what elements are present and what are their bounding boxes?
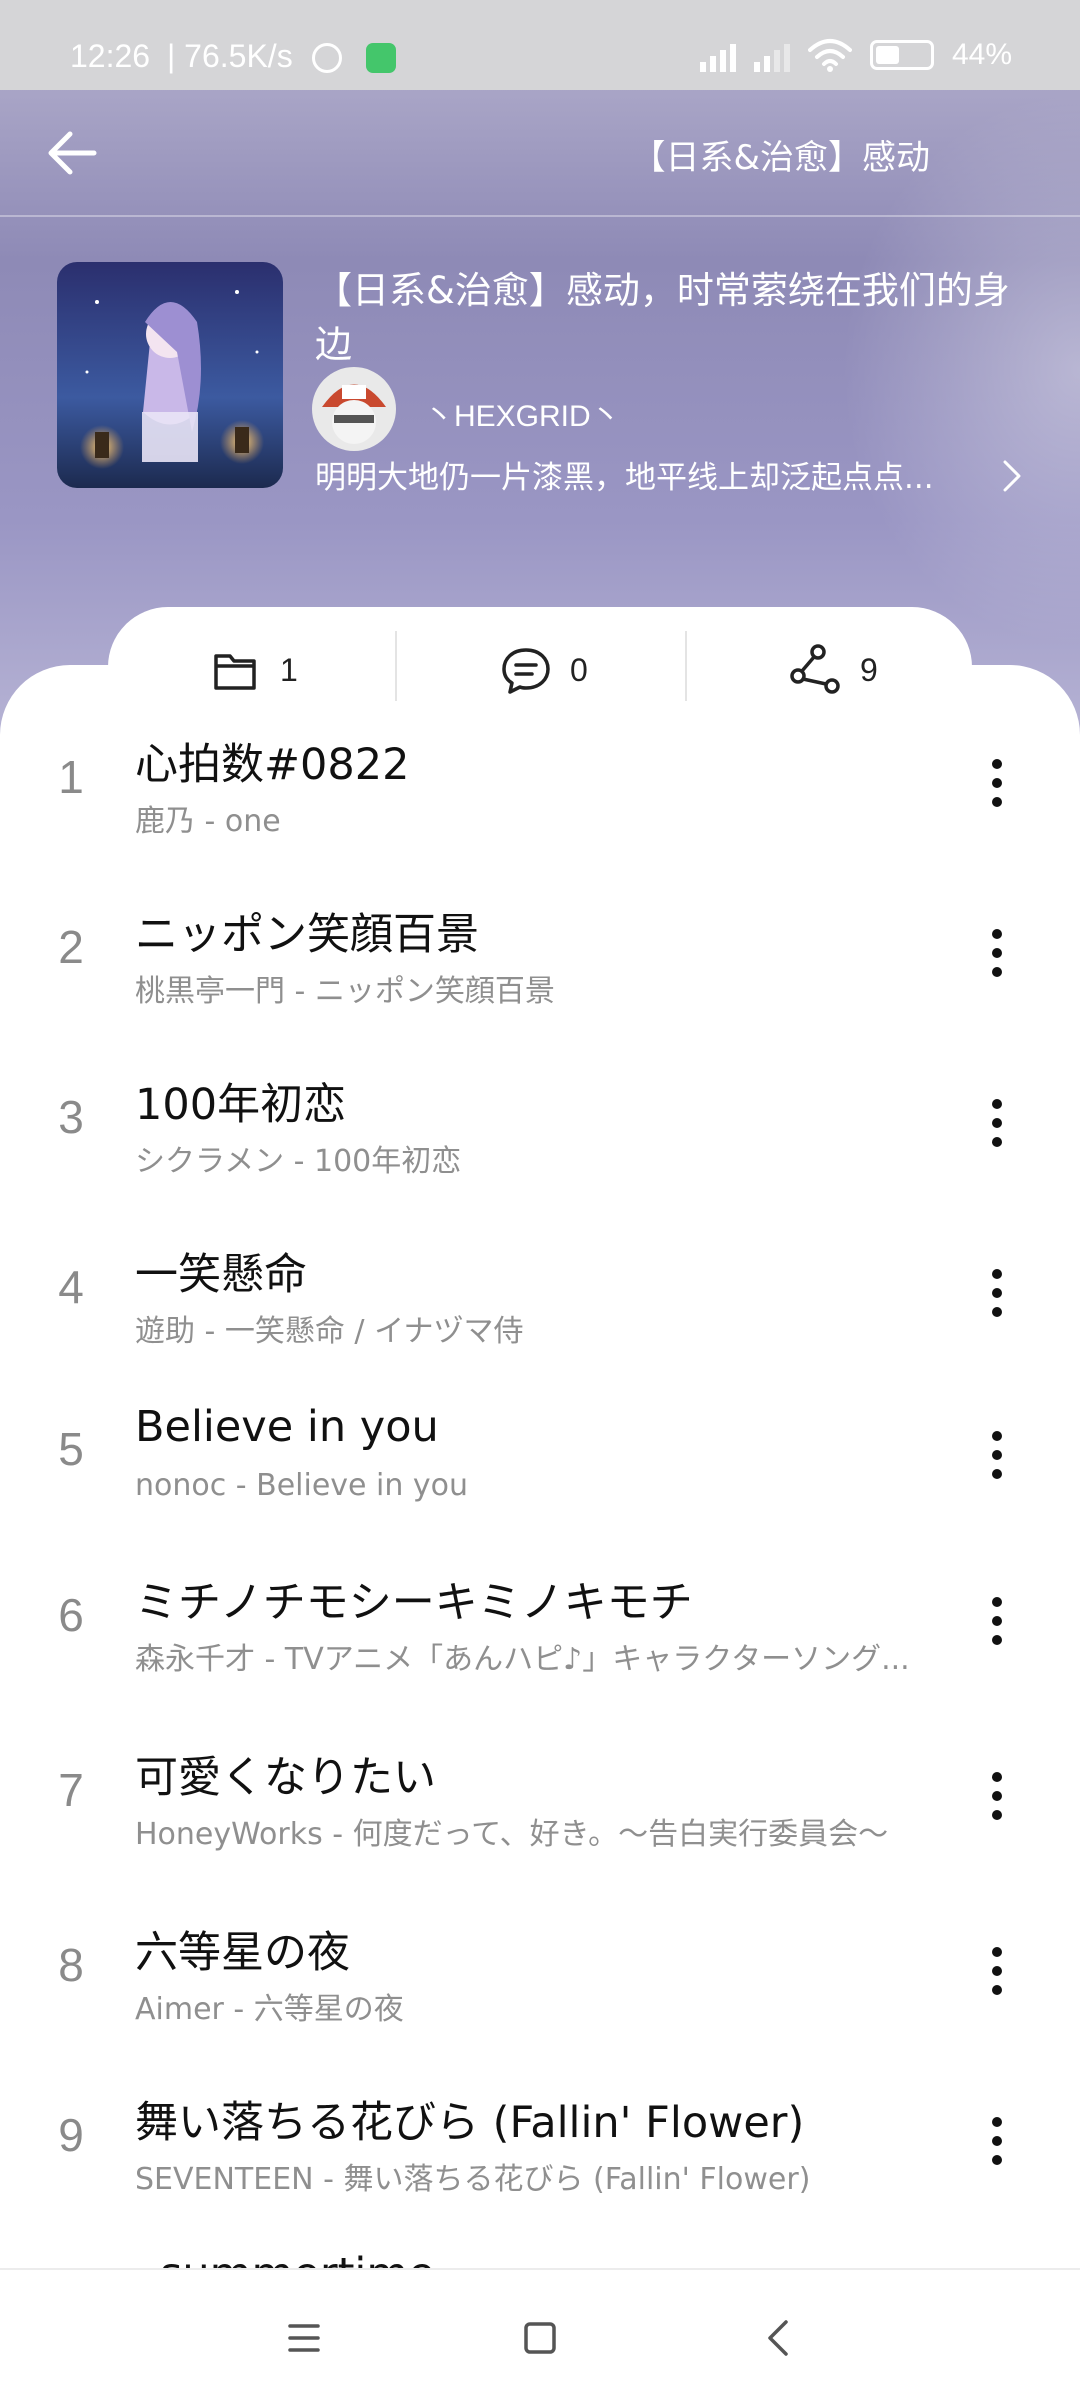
- song-row[interactable]: 1 心拍数#0822 鹿乃 - one: [0, 700, 1080, 870]
- song-artist: HoneyWorks - 何度だって、好き。〜告白実行委員会〜: [135, 1817, 889, 1852]
- status-left: 12:26 | 76.5K/s: [70, 38, 397, 75]
- status-bar: 12:26 | 76.5K/s 44%: [0, 0, 1080, 90]
- creator-name[interactable]: 丶HEXGRID丶: [424, 391, 621, 435]
- song-artist: 遊助 - 一笑懸命 / イナヅマ侍: [135, 1314, 524, 1349]
- song-row[interactable]: 9 舞い落ちる花びら (Fallin' Flower) SEVENTEEN - …: [0, 2058, 1080, 2228]
- status-separator: |: [166, 38, 176, 74]
- signal-hd-icon: [699, 38, 736, 72]
- playlist-description[interactable]: 明明大地仍一片漆黑，地平线上却泛起点点...: [315, 452, 935, 497]
- collect-button[interactable]: 1: [208, 637, 298, 703]
- song-row[interactable]: 8 六等星の夜 Aimer - 六等星の夜: [0, 1888, 1080, 2058]
- song-title: Believe in you: [135, 1402, 439, 1452]
- action-divider: [395, 631, 397, 701]
- song-row[interactable]: 2 ニッポン笑顔百景 桃黒亭一門 - ニッポン笑顔百景: [0, 870, 1080, 1040]
- system-nav-bar: [0, 2268, 1080, 2402]
- song-title: 六等星の夜: [135, 1928, 350, 1978]
- song-artist: 鹿乃 - one: [135, 804, 281, 839]
- chevron-right-icon[interactable]: [1000, 456, 1024, 496]
- collect-count: 1: [280, 651, 298, 688]
- song-row[interactable]: 5 Believe in you nonoc - Believe in you: [0, 1372, 1080, 1542]
- more-options-icon[interactable]: [980, 1592, 1014, 1652]
- signal-hd-icon: [753, 38, 790, 72]
- song-index: 9: [58, 2109, 84, 2161]
- song-title: ミチノチモシーキミノキモチ: [135, 1578, 693, 1628]
- song-artist: シクラメン - 100年初恋: [135, 1144, 462, 1179]
- status-time: 12:26: [70, 38, 151, 74]
- song-title: ニッポン笑顔百景: [135, 910, 479, 960]
- more-options-icon[interactable]: [980, 1767, 1014, 1827]
- song-index: 4: [58, 1261, 84, 1313]
- more-options-icon[interactable]: [980, 2112, 1014, 2172]
- song-index: 3: [58, 1091, 84, 1143]
- action-divider: [685, 631, 687, 701]
- app-notification-icon: [366, 43, 397, 73]
- song-index: 8: [58, 1939, 84, 1991]
- share-icon: [790, 644, 840, 694]
- more-options-icon[interactable]: [980, 754, 1014, 814]
- share-count: 9: [860, 651, 878, 688]
- song-row[interactable]: 7 可愛くなりたい HoneyWorks - 何度だって、好き。〜告白実行委員会…: [0, 1713, 1080, 1883]
- song-artist: Aimer - 六等星の夜: [135, 1992, 404, 2027]
- song-title: 可愛くなりたい: [135, 1753, 436, 1803]
- song-title: 心拍数#0822: [135, 740, 410, 790]
- comment-icon: [502, 648, 550, 694]
- more-options-icon[interactable]: [980, 1942, 1014, 2002]
- playlist-title: 【日系&治愈】感动，时常萦绕在我们的身边: [315, 269, 1010, 366]
- song-artist: 森永千才 - TVアニメ「あんハピ♪」キャラクターソング...: [135, 1642, 910, 1677]
- page-title: 【日系&治愈】感动: [631, 138, 930, 178]
- song-row[interactable]: 4 一笑懸命 遊助 - 一笑懸命 / イナヅマ侍: [0, 1210, 1080, 1380]
- battery-icon: [869, 40, 934, 70]
- song-artist: SEVENTEEN - 舞い落ちる花びら (Fallin' Flower): [135, 2162, 811, 2197]
- comment-count: 0: [570, 651, 588, 688]
- menu-icon[interactable]: [274, 2310, 334, 2366]
- song-row[interactable]: 6 ミチノチモシーキミノキモチ 森永千才 - TVアニメ「あんハピ♪」キャラクタ…: [0, 1538, 1080, 1708]
- playlist-cover-image[interactable]: [57, 262, 283, 488]
- creator-avatar[interactable]: [312, 367, 396, 451]
- back-icon[interactable]: [750, 2310, 810, 2366]
- more-options-icon[interactable]: [980, 1264, 1014, 1324]
- top-bar: 【日系&治愈】感动: [0, 90, 1080, 217]
- song-index: 2: [58, 921, 84, 973]
- home-icon[interactable]: [510, 2310, 570, 2366]
- song-row[interactable]: 3 100年初恋 シクラメン - 100年初恋: [0, 1040, 1080, 1210]
- song-index: 1: [58, 751, 84, 803]
- song-index: 6: [58, 1589, 84, 1641]
- folder-icon: [214, 654, 256, 690]
- alarm-icon: [311, 43, 342, 73]
- status-right: 44%: [699, 38, 1012, 72]
- song-title: 100年初恋: [135, 1080, 347, 1130]
- song-index: 5: [58, 1423, 84, 1475]
- song-index: 7: [58, 1764, 84, 1816]
- battery-percent: 44%: [951, 38, 1012, 71]
- share-button[interactable]: 9: [788, 637, 878, 703]
- more-options-icon[interactable]: [980, 1426, 1014, 1486]
- song-title: 一笑懸命: [135, 1250, 307, 1300]
- wifi-icon: [807, 39, 852, 72]
- network-speed: 76.5K/s: [184, 38, 293, 74]
- arrow-left-icon[interactable]: [40, 120, 106, 186]
- song-artist: nonoc - Believe in you: [135, 1468, 469, 1503]
- song-artist: 桃黒亭一門 - ニッポン笑顔百景: [135, 974, 555, 1009]
- song-title: 舞い落ちる花びら (Fallin' Flower): [135, 2098, 805, 2148]
- more-options-icon[interactable]: [980, 924, 1014, 984]
- more-options-icon[interactable]: [980, 1094, 1014, 1154]
- comment-button[interactable]: 0: [498, 637, 588, 703]
